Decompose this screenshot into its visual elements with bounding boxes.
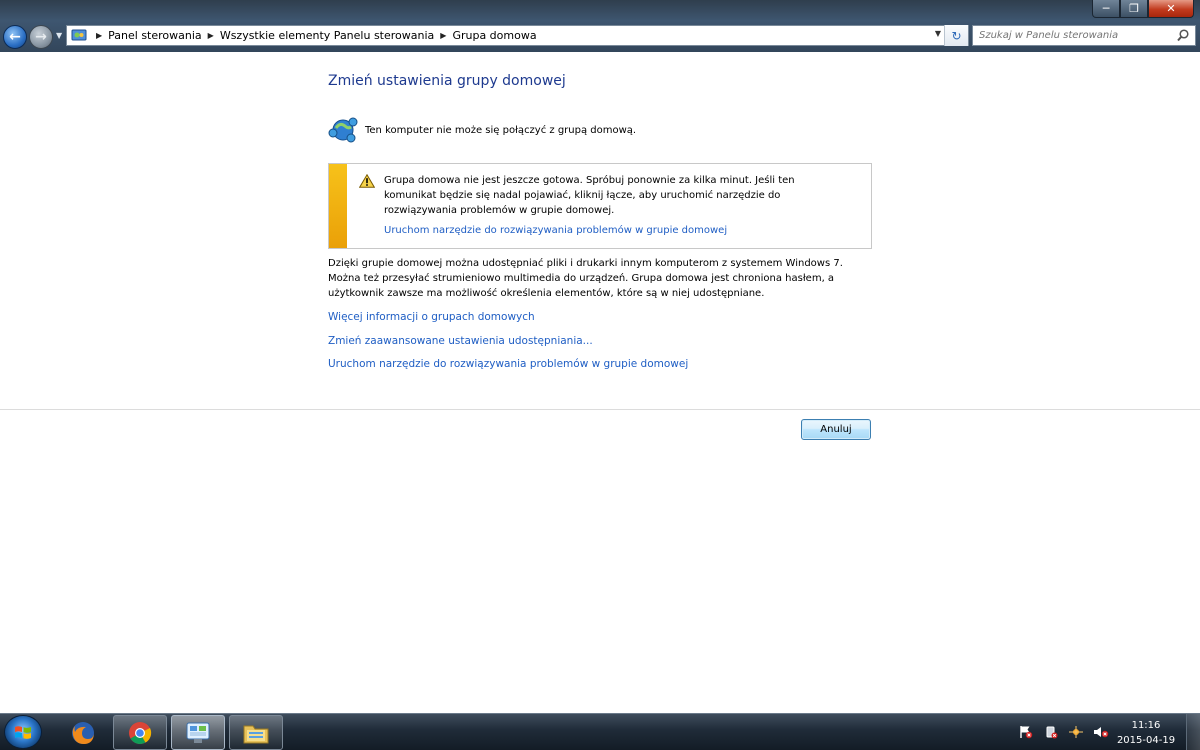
clock-date: 2015-04-19: [1116, 735, 1176, 746]
arrow-right-icon: →: [35, 29, 47, 45]
search-icon[interactable]: [1177, 29, 1189, 42]
warning-stripe: [329, 164, 347, 248]
windows-logo-icon: [15, 726, 31, 739]
warning-icon: [359, 174, 375, 188]
clock[interactable]: 11:16 2015-04-19: [1116, 718, 1176, 748]
breadcrumb-all-items[interactable]: Wszystkie elementy Panelu sterowania: [220, 29, 434, 42]
minimize-button[interactable]: ─: [1092, 0, 1120, 18]
warning-text: Grupa domowa nie jest jeszcze gotowa. Sp…: [384, 175, 795, 216]
search-box[interactable]: [972, 25, 1196, 46]
troubleshooter-link[interactable]: Uruchom narzędzie do rozwiązywania probl…: [328, 358, 688, 370]
close-button[interactable]: ✕: [1148, 0, 1194, 18]
breadcrumb-arrow-icon[interactable]: ▶: [96, 31, 102, 40]
page-title: Zmień ustawienia grupy domowej: [328, 73, 566, 89]
network-icon[interactable]: [1068, 724, 1084, 740]
explorer-icon: [243, 725, 269, 743]
address-history-dropdown-icon[interactable]: ▼: [935, 29, 941, 38]
cancel-button[interactable]: Anuluj: [801, 419, 871, 440]
homegroup-settings-page: Zmień ustawienia grupy domowej Ten kompu…: [0, 52, 1200, 713]
taskbar: 11:16 2015-04-19: [0, 713, 1200, 750]
arrow-left-icon: ←: [9, 29, 21, 45]
breadcrumb-arrow-icon[interactable]: ▶: [440, 31, 446, 40]
firefox-icon: [72, 721, 94, 744]
taskbar-chrome[interactable]: [113, 715, 167, 750]
breadcrumb-control-panel[interactable]: Panel sterowania: [108, 29, 202, 42]
action-center-flag-icon[interactable]: [1018, 724, 1034, 740]
taskbar-firefox[interactable]: [56, 715, 110, 750]
warning-panel: Grupa domowa nie jest jeszcze gotowa. Sp…: [328, 163, 872, 249]
breadcrumb-homegroup[interactable]: Grupa domowa: [452, 29, 536, 42]
refresh-button[interactable]: ↻: [944, 25, 968, 46]
recent-pages-dropdown[interactable]: ▼: [56, 31, 62, 40]
show-desktop-button[interactable]: [1186, 714, 1200, 750]
taskbar-explorer[interactable]: [229, 715, 283, 750]
window-controls: ─ ❐ ✕: [1092, 0, 1194, 19]
homegroup-icon: [328, 117, 358, 143]
breadcrumb-arrow-icon[interactable]: ▶: [208, 31, 214, 40]
more-info-link[interactable]: Więcej informacji o grupach domowych: [328, 311, 535, 323]
homegroup-description: Dzięki grupie domowej można udostępniać …: [328, 258, 843, 299]
refresh-icon: ↻: [951, 28, 962, 43]
address-field[interactable]: ▶ Panel sterowania ▶ Wszystkie elementy …: [66, 25, 969, 46]
forward-button[interactable]: →: [29, 25, 53, 49]
taskbar-control-panel[interactable]: [171, 715, 225, 750]
start-button[interactable]: [4, 715, 42, 749]
advanced-sharing-link[interactable]: Zmień zaawansowane ustawienia udostępnia…: [328, 335, 593, 347]
system-tray: [1018, 722, 1109, 742]
volume-muted-icon[interactable]: [1093, 724, 1109, 740]
control-panel-icon: [71, 29, 87, 40]
back-button[interactable]: ←: [3, 25, 27, 49]
maximize-button[interactable]: ❐: [1120, 0, 1148, 18]
chrome-icon: [129, 721, 152, 744]
troubleshooter-link-warning[interactable]: Uruchom narzędzie do rozwiązywania probl…: [384, 225, 727, 236]
control-panel-icon: [186, 722, 210, 743]
safely-remove-icon[interactable]: [1043, 724, 1059, 740]
search-input[interactable]: [979, 26, 1169, 45]
clock-time: 11:16: [1131, 720, 1161, 731]
divider: [0, 409, 1200, 410]
connection-status-text: Ten komputer nie może się połączyć z gru…: [365, 125, 637, 136]
explorer-address-bar: ─ ❐ ✕ ← → ▼ ▶ Panel sterowania ▶ Wszystk…: [0, 0, 1200, 52]
